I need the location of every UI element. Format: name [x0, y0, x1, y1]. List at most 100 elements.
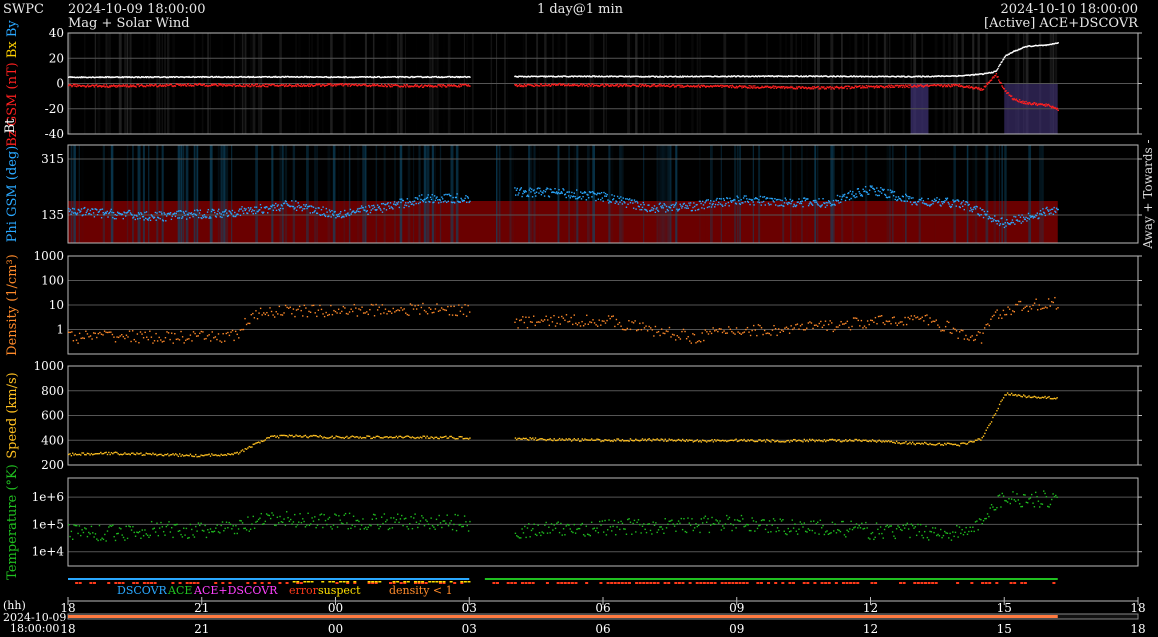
data-point: [421, 437, 423, 439]
data-point: [957, 337, 959, 339]
data-point: [940, 444, 942, 446]
data-point: [851, 440, 854, 442]
data-point: [393, 203, 395, 205]
data-point: [761, 201, 763, 203]
data-point: [790, 325, 792, 327]
data-point: [457, 85, 459, 88]
data-point: [422, 200, 425, 203]
data-point: [142, 454, 145, 456]
data-point: [247, 207, 250, 209]
data-point: [835, 200, 838, 202]
data-point: [1043, 103, 1046, 106]
data-point: [617, 438, 620, 440]
data-point: [801, 323, 803, 326]
data-point: [897, 196, 900, 198]
data-point: [453, 437, 455, 439]
data-point: [685, 337, 688, 340]
data-point: [611, 194, 613, 196]
data-point: [716, 439, 719, 441]
data-point: [1053, 397, 1056, 400]
data-point: [108, 331, 110, 333]
data-point: [793, 203, 795, 206]
data-point: [749, 87, 751, 89]
data-point: [465, 195, 467, 197]
data-point: [520, 187, 523, 189]
data-point: [823, 86, 825, 88]
data-point: [902, 442, 904, 444]
data-point: [89, 335, 92, 337]
data-point: [667, 210, 669, 212]
data-point: [958, 331, 961, 333]
data-point: [969, 336, 972, 338]
data-point: [887, 86, 889, 89]
data-point: [101, 453, 103, 455]
data-point: [564, 319, 566, 321]
data-point: [825, 440, 827, 443]
data-point: [355, 307, 357, 309]
data-point: [572, 323, 574, 326]
data-point: [328, 209, 331, 211]
data-point: [909, 318, 911, 320]
data-point: [104, 86, 107, 88]
data-point: [70, 530, 73, 533]
data-point: [870, 319, 872, 321]
data-point: [751, 199, 754, 201]
data-point: [327, 437, 329, 439]
data-point: [893, 86, 896, 88]
data-point: [934, 444, 937, 446]
data-point: [334, 437, 336, 439]
data-point: [938, 442, 941, 445]
data-point: [579, 84, 581, 87]
data-point: [372, 204, 375, 207]
data-point: [838, 439, 840, 441]
data-point: [992, 220, 994, 222]
data-point: [520, 438, 522, 440]
data-point: [878, 194, 880, 197]
data-point: [657, 330, 660, 333]
data-point: [286, 435, 288, 437]
data-point: [825, 88, 827, 90]
data-point: [930, 321, 933, 323]
data-point: [264, 83, 267, 86]
data-point: [565, 196, 567, 199]
data-point: [641, 438, 644, 440]
data-point: [635, 329, 638, 332]
data-point: [383, 207, 385, 210]
data-point: [625, 206, 628, 208]
data-point: [428, 84, 430, 86]
data-point: [1033, 302, 1036, 304]
data-point: [582, 325, 585, 327]
data-point: [680, 84, 682, 87]
data-point: [272, 314, 274, 316]
data-point: [1022, 216, 1025, 218]
data-point: [237, 453, 240, 455]
data-point: [144, 529, 146, 531]
data-point: [944, 325, 947, 328]
data-point: [201, 454, 204, 457]
data-point: [152, 528, 154, 530]
data-point: [736, 195, 738, 197]
data-point: [709, 202, 711, 205]
data-point: [308, 435, 311, 438]
data-point: [459, 310, 462, 312]
data-point: [878, 439, 880, 441]
data-point: [431, 193, 433, 196]
data-point: [361, 306, 363, 308]
data-point: [889, 189, 892, 191]
data-point: [260, 440, 262, 442]
data-point: [977, 438, 979, 440]
data-point: [767, 439, 769, 442]
data-point: [213, 454, 216, 456]
data-point: [607, 199, 609, 201]
data-point: [604, 85, 606, 88]
data-point: [166, 453, 169, 455]
data-point: [91, 338, 93, 340]
data-point: [248, 210, 250, 212]
data-point: [148, 453, 150, 455]
data-point: [368, 435, 371, 438]
data-point: [848, 326, 850, 329]
data-point: [914, 443, 917, 446]
data-point: [623, 329, 625, 331]
data-point: [713, 200, 715, 202]
data-point: [579, 191, 582, 193]
